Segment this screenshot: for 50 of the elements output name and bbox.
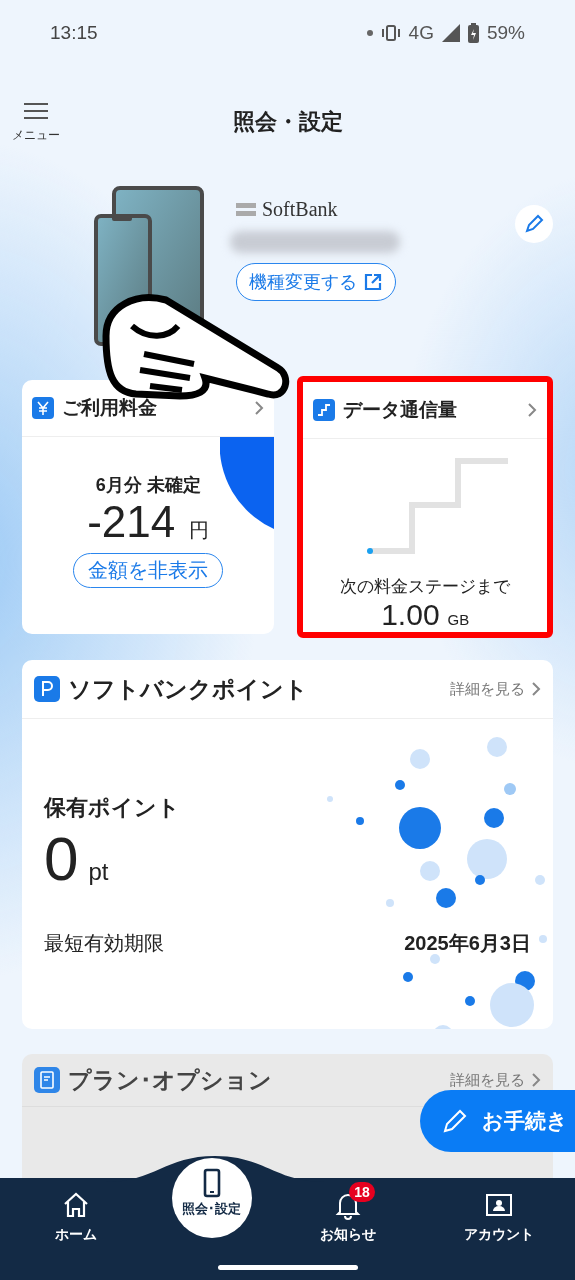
nav-tab[interactable]: ホーム <box>20 1178 131 1280</box>
nav-tab[interactable]: アカウント <box>444 1178 555 1280</box>
battery-level: 59% <box>486 22 525 44</box>
logo-bars-icon <box>236 202 256 217</box>
data-unit: GB <box>447 611 470 628</box>
yen-icon <box>32 397 54 419</box>
detail-link[interactable]: 詳細を見る <box>450 679 541 699</box>
chevron-icon <box>531 1072 541 1088</box>
pencil-icon <box>524 214 544 234</box>
vibrate-icon <box>380 25 401 41</box>
currency-unit: 円 <box>189 518 210 543</box>
page-title: 照会・設定 <box>232 108 343 136</box>
stairs-icon <box>313 399 336 421</box>
notification-dot-icon <box>366 30 373 36</box>
card-title: プラン･オプション <box>68 1065 273 1095</box>
points-p-icon <box>34 676 60 702</box>
card-title: ソフトバンクポイント <box>68 674 309 704</box>
menu-icon <box>24 102 48 120</box>
menu-button[interactable]: メニュー <box>12 102 60 144</box>
pencil-icon <box>442 1108 468 1134</box>
data-usage-card[interactable]: データ通信量 次の料金ステージまで 1.00 GB <box>297 376 553 638</box>
carrier-name: SoftBank <box>262 198 338 221</box>
chevron-icon <box>531 681 541 697</box>
expiry-date: 2025年6月3日 <box>404 931 531 956</box>
detail-link[interactable]: 詳細を見る <box>450 1070 541 1090</box>
edit-button[interactable] <box>515 205 553 243</box>
network-type: 4G <box>408 22 434 44</box>
hide-amount-button[interactable]: 金額を非表示 <box>73 553 224 588</box>
points-label: 保有ポイント <box>44 794 181 822</box>
status-time: 13:15 <box>50 22 98 44</box>
chevron-icon <box>254 400 265 416</box>
nav-tab[interactable]: 照会･設定 <box>171 1158 252 1238</box>
data-caption: 次の料金ステージまで <box>340 576 511 598</box>
procedures-button[interactable]: お手続き <box>420 1090 575 1152</box>
signal-icon <box>441 24 460 42</box>
external-link-icon <box>363 272 383 292</box>
change-model-button[interactable]: 機種変更する <box>236 263 396 301</box>
points-value: 0 <box>44 823 79 894</box>
billing-amount: -214 <box>87 497 176 547</box>
billing-period: 6月分 未確定 <box>95 474 201 497</box>
battery-icon <box>467 23 479 43</box>
card-title: データ通信量 <box>343 398 459 422</box>
expiry-label: 最短有効期限 <box>44 931 164 956</box>
points-unit: pt <box>88 858 109 886</box>
billing-card[interactable]: ご利用料金 6月分 未確定 -214 円 金額を非表示 <box>22 380 275 634</box>
card-title: ご利用料金 <box>62 396 158 420</box>
notification-badge: 18 <box>349 1182 375 1202</box>
data-amount: 1.00 <box>381 598 440 632</box>
chevron-icon <box>527 402 537 418</box>
document-icon <box>34 1067 60 1093</box>
